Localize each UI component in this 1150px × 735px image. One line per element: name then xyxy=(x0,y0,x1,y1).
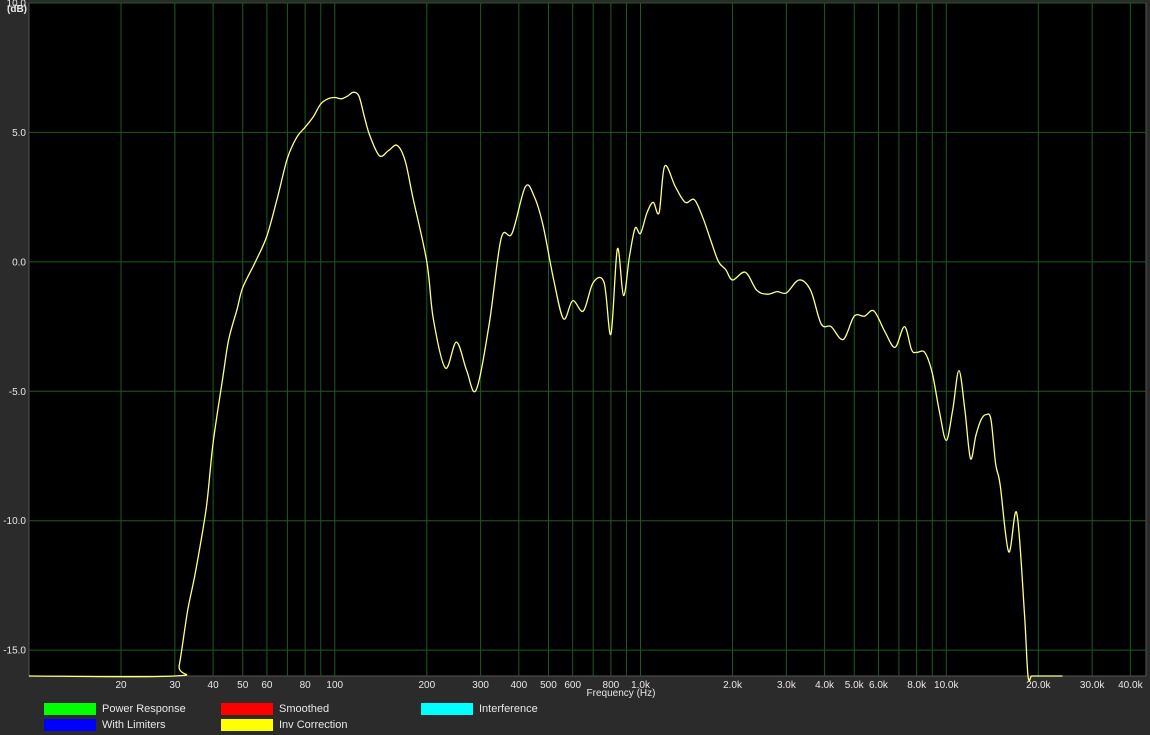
x-tick-label: 100 xyxy=(326,680,343,691)
x-tick-label: 5.0k xyxy=(845,680,865,691)
y-tick-labels: 10.05.00.0-5.0-10.0-15.0 xyxy=(3,0,26,657)
x-tick-label: 20 xyxy=(115,680,127,691)
y-tick-label: -10.0 xyxy=(3,516,26,527)
y-axis-label: (dB) xyxy=(7,4,27,15)
plot-area xyxy=(28,2,1147,677)
x-tick-label: 10.0k xyxy=(934,680,959,691)
legend-item-with-limiters[interactable]: With Limiters xyxy=(44,718,166,732)
x-tick-label: 300 xyxy=(472,680,489,691)
legend-swatch xyxy=(44,719,96,731)
y-tick-label: -5.0 xyxy=(9,387,27,398)
legend-label: Inv Correction xyxy=(279,719,348,731)
x-tick-label: 400 xyxy=(510,680,527,691)
x-tick-label: 20.0k xyxy=(1026,680,1051,691)
legend: Power Response With Limiters Smoothed In… xyxy=(0,701,1150,735)
legend-label: Smoothed xyxy=(279,703,330,715)
x-tick-label: 8.0k xyxy=(907,680,927,691)
legend-label: Interference xyxy=(479,703,538,715)
legend-item-smoothed[interactable]: Smoothed xyxy=(221,702,329,716)
y-tick-label: 5.0 xyxy=(12,128,26,139)
frequency-response-chart: 10.05.00.0-5.0-10.0-15.0 20 30 40 50 60 80 100… xyxy=(3,0,1147,699)
x-tick-label: 500 xyxy=(540,680,557,691)
x-tick-label: 40 xyxy=(208,680,220,691)
legend-item-inv-correction[interactable]: Inv Correction xyxy=(221,718,347,732)
legend-swatch xyxy=(421,703,473,715)
x-tick-label: 600 xyxy=(564,680,581,691)
x-tick-label: 50 xyxy=(237,680,249,691)
x-tick-label: 30.0k xyxy=(1080,680,1105,691)
legend-item-power-response[interactable]: Power Response xyxy=(44,702,186,716)
y-tick-label: 0.0 xyxy=(12,257,26,268)
legend-item-interference[interactable]: Interference xyxy=(421,702,538,716)
x-tick-label: 6.0k xyxy=(869,680,889,691)
x-tick-label: 30 xyxy=(169,680,181,691)
legend-label: Power Response xyxy=(102,703,186,715)
legend-swatch xyxy=(44,703,96,715)
x-tick-label: 80 xyxy=(300,680,312,691)
x-tick-label: 200 xyxy=(418,680,435,691)
legend-swatch xyxy=(221,703,273,715)
x-axis-label: Frequency (Hz) xyxy=(587,688,656,699)
x-tick-label: 3.0k xyxy=(777,680,797,691)
legend-label: With Limiters xyxy=(102,719,166,731)
x-tick-label: 2.0k xyxy=(723,680,743,691)
x-tick-label: 60 xyxy=(261,680,273,691)
legend-swatch xyxy=(221,719,273,731)
y-tick-label: -15.0 xyxy=(3,646,26,657)
x-tick-label: 40.0k xyxy=(1118,680,1143,691)
x-tick-label: 4.0k xyxy=(815,680,835,691)
